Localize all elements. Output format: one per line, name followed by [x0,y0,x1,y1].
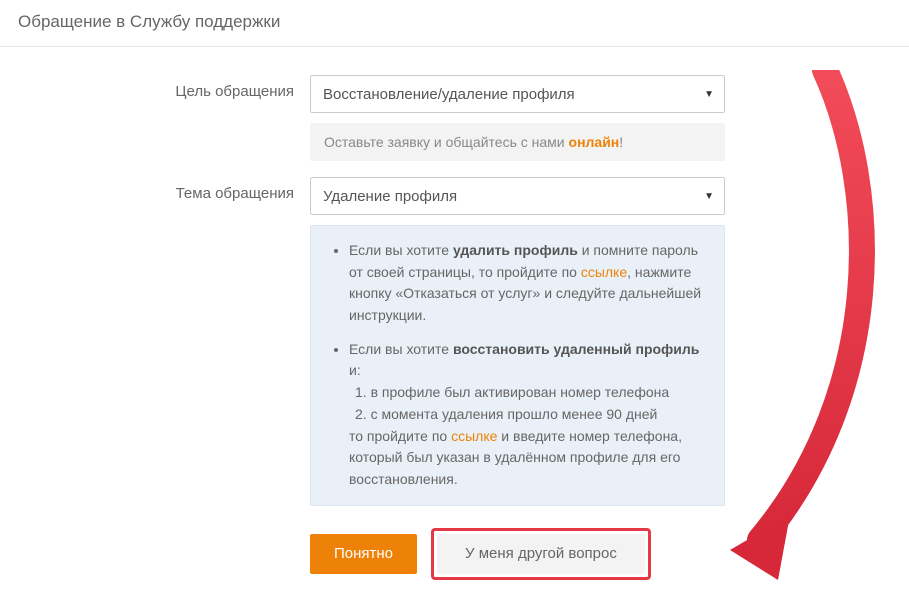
chevron-down-icon: ▼ [704,89,714,100]
button-row: Понятно У меня другой вопрос [310,528,725,580]
help-item-restore: Если вы хотите восстановить удаленный пр… [349,339,706,491]
highlight-annotation: У меня другой вопрос [431,528,651,580]
page-header: Обращение в Службу поддержки [0,0,909,47]
select-topic-value: Удаление профиля [323,188,457,205]
row-topic: Тема обращения Удаление профиля ▼ Если в… [0,177,909,580]
select-topic[interactable]: Удаление профиля ▼ [310,177,725,215]
label-topic: Тема обращения [0,177,310,202]
select-purpose[interactable]: Восстановление/удаление профиля ▼ [310,75,725,113]
online-notice: Оставьте заявку и общайтесь с нами онлай… [310,123,725,161]
help-link-delete[interactable]: ссылке [581,264,627,280]
support-form: Цель обращения Восстановление/удаление п… [0,47,909,580]
select-purpose-value: Восстановление/удаление профиля [323,86,575,103]
help-item-delete: Если вы хотите удалить профиль и помните… [349,240,706,327]
label-purpose: Цель обращения [0,75,310,100]
chevron-down-icon: ▼ [704,191,714,202]
ok-button[interactable]: Понятно [310,534,417,574]
help-link-restore[interactable]: ссылке [451,428,497,444]
online-highlight: онлайн [569,134,620,150]
other-question-button[interactable]: У меня другой вопрос [437,534,645,574]
help-panel: Если вы хотите удалить профиль и помните… [310,225,725,506]
row-purpose: Цель обращения Восстановление/удаление п… [0,75,909,161]
page-title: Обращение в Службу поддержки [18,12,891,32]
